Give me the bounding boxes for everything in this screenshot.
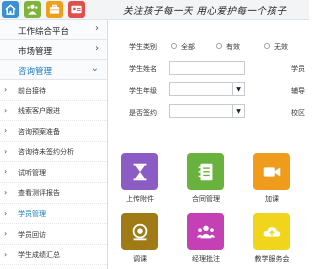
upload-attachment-label: 上传附件	[126, 195, 154, 203]
sidebar-item-front-desk[interactable]: › 前台接待	[0, 80, 107, 101]
sidebar-item-consult-prep[interactable]: › 咨询预案准备	[0, 121, 107, 142]
sidebar-section-market[interactable]: 市场管理 ›	[0, 40, 107, 60]
chevron-right-icon: ›	[4, 208, 8, 218]
chevron-down-icon: ⌄	[90, 63, 99, 74]
sidebar-section-work-platform[interactable]: 工作综合平台 ›	[0, 20, 107, 40]
chevron-right-icon: ›	[4, 249, 8, 259]
add-class-label: 加课	[265, 195, 279, 203]
contract-management-button[interactable]	[187, 153, 224, 190]
chevron-right-icon: ›	[4, 85, 8, 94]
sidebar-section-label: 市场管理	[18, 47, 53, 57]
student-name-label: 学生姓名	[129, 65, 157, 73]
manager-annotation-label: 经理批注	[192, 255, 220, 263]
student-name-input[interactable]	[169, 61, 245, 75]
teaching-service-button[interactable]	[253, 213, 290, 250]
chevron-right-icon: ›	[95, 43, 99, 54]
sidebar-item-label: 线索客户跟进	[18, 107, 60, 116]
sidebar-section-label: 工作综合平台	[18, 27, 70, 37]
radio-invalid[interactable]	[264, 43, 270, 49]
briefcase-icon[interactable]	[46, 1, 63, 18]
signed-label: 是否签约	[129, 109, 157, 117]
notebook-icon	[198, 163, 212, 180]
sidebar-item-trial-class[interactable]: › 试听管理	[0, 162, 107, 183]
sidebar: 工作综合平台 › 市场管理 › 咨询管理 ⌄ › 前台接待 › 线索客户跟进 › 咨询…	[0, 20, 108, 269]
users-icon[interactable]	[24, 1, 41, 18]
video-camera-icon	[263, 166, 280, 177]
sidebar-item-label: 查看测评报告	[18, 189, 60, 198]
id-card-icon[interactable]	[68, 1, 85, 18]
radio-invalid-label: 无效	[274, 43, 288, 51]
group-icon	[196, 225, 215, 238]
radio-all-label: 全部	[181, 43, 195, 51]
cloud-icon	[263, 226, 280, 237]
sidebar-item-student-management[interactable]: › 学员管理	[0, 204, 107, 225]
chevron-right-icon: ›	[4, 126, 8, 136]
signed-select[interactable]: ▼	[169, 104, 245, 118]
dropdown-arrow-icon: ▼	[232, 105, 244, 117]
add-class-button[interactable]	[253, 153, 290, 190]
chevron-right-icon: ›	[4, 105, 8, 115]
contract-management-label: 合同管理	[192, 195, 220, 203]
chevron-right-icon: ›	[95, 23, 99, 34]
sidebar-section-consulting[interactable]: 咨询管理 ⌄	[0, 60, 107, 80]
reschedule-button[interactable]	[121, 213, 158, 250]
right-label-campus: 校区	[291, 109, 305, 117]
student-grade-select[interactable]: ▼	[169, 82, 245, 96]
teaching-service-label: 教学服务会	[254, 255, 290, 263]
sidebar-item-label: 学员管理	[18, 210, 46, 219]
right-label-student: 学员	[291, 65, 305, 73]
radio-all[interactable]	[171, 43, 177, 49]
chevron-right-icon: ›	[4, 146, 8, 156]
sidebar-item-student-revisit[interactable]: › 学员回访	[0, 224, 107, 245]
reschedule-label: 调课	[133, 255, 147, 263]
sidebar-section-label: 咨询管理	[18, 67, 53, 77]
radio-valid[interactable]	[216, 43, 222, 49]
header-slogan: 关注孩子每一天 用心爱护每一个孩子	[123, 6, 287, 17]
manager-annotation-button[interactable]	[187, 213, 224, 250]
top-bar: 关注孩子每一天 用心爱护每一个孩子	[0, 0, 309, 20]
sidebar-item-label: 咨询预案准备	[18, 127, 60, 136]
sidebar-item-lead-followup[interactable]: › 线索客户跟进	[0, 101, 107, 122]
student-grade-label: 学生年级	[129, 87, 157, 95]
sidebar-item-label: 学生成绩汇总	[18, 251, 60, 260]
chevron-right-icon: ›	[4, 187, 8, 197]
chevron-right-icon: ›	[4, 167, 8, 177]
main-panel: 学生类别 全部 有效 无效 学生姓名 学员 学生年级 ▼ 辅导 是否签约 ▼ 校…	[108, 20, 309, 269]
sidebar-item-assessment-report[interactable]: › 查看测评报告	[0, 183, 107, 204]
sidebar-item-label: 咨询待未签约分析	[18, 148, 74, 157]
radio-valid-label: 有效	[226, 43, 240, 51]
coin-icon	[132, 223, 147, 240]
sidebar-item-unsigned-analysis[interactable]: › 咨询待未签约分析	[0, 142, 107, 163]
chevron-right-icon: ›	[4, 229, 8, 239]
sidebar-item-label: 学员回访	[18, 230, 46, 239]
upload-attachment-button[interactable]	[121, 153, 158, 190]
dropdown-arrow-icon: ▼	[232, 83, 244, 95]
hourglass-icon	[133, 163, 146, 180]
category-label: 学生类别	[129, 43, 157, 51]
sidebar-item-label: 前台接待	[18, 86, 46, 95]
sidebar-item-score-summary[interactable]: › 学生成绩汇总	[0, 245, 107, 266]
sidebar-item-label: 试听管理	[18, 168, 46, 177]
right-label-tutor: 辅导	[291, 87, 305, 95]
home-icon[interactable]	[2, 1, 19, 18]
